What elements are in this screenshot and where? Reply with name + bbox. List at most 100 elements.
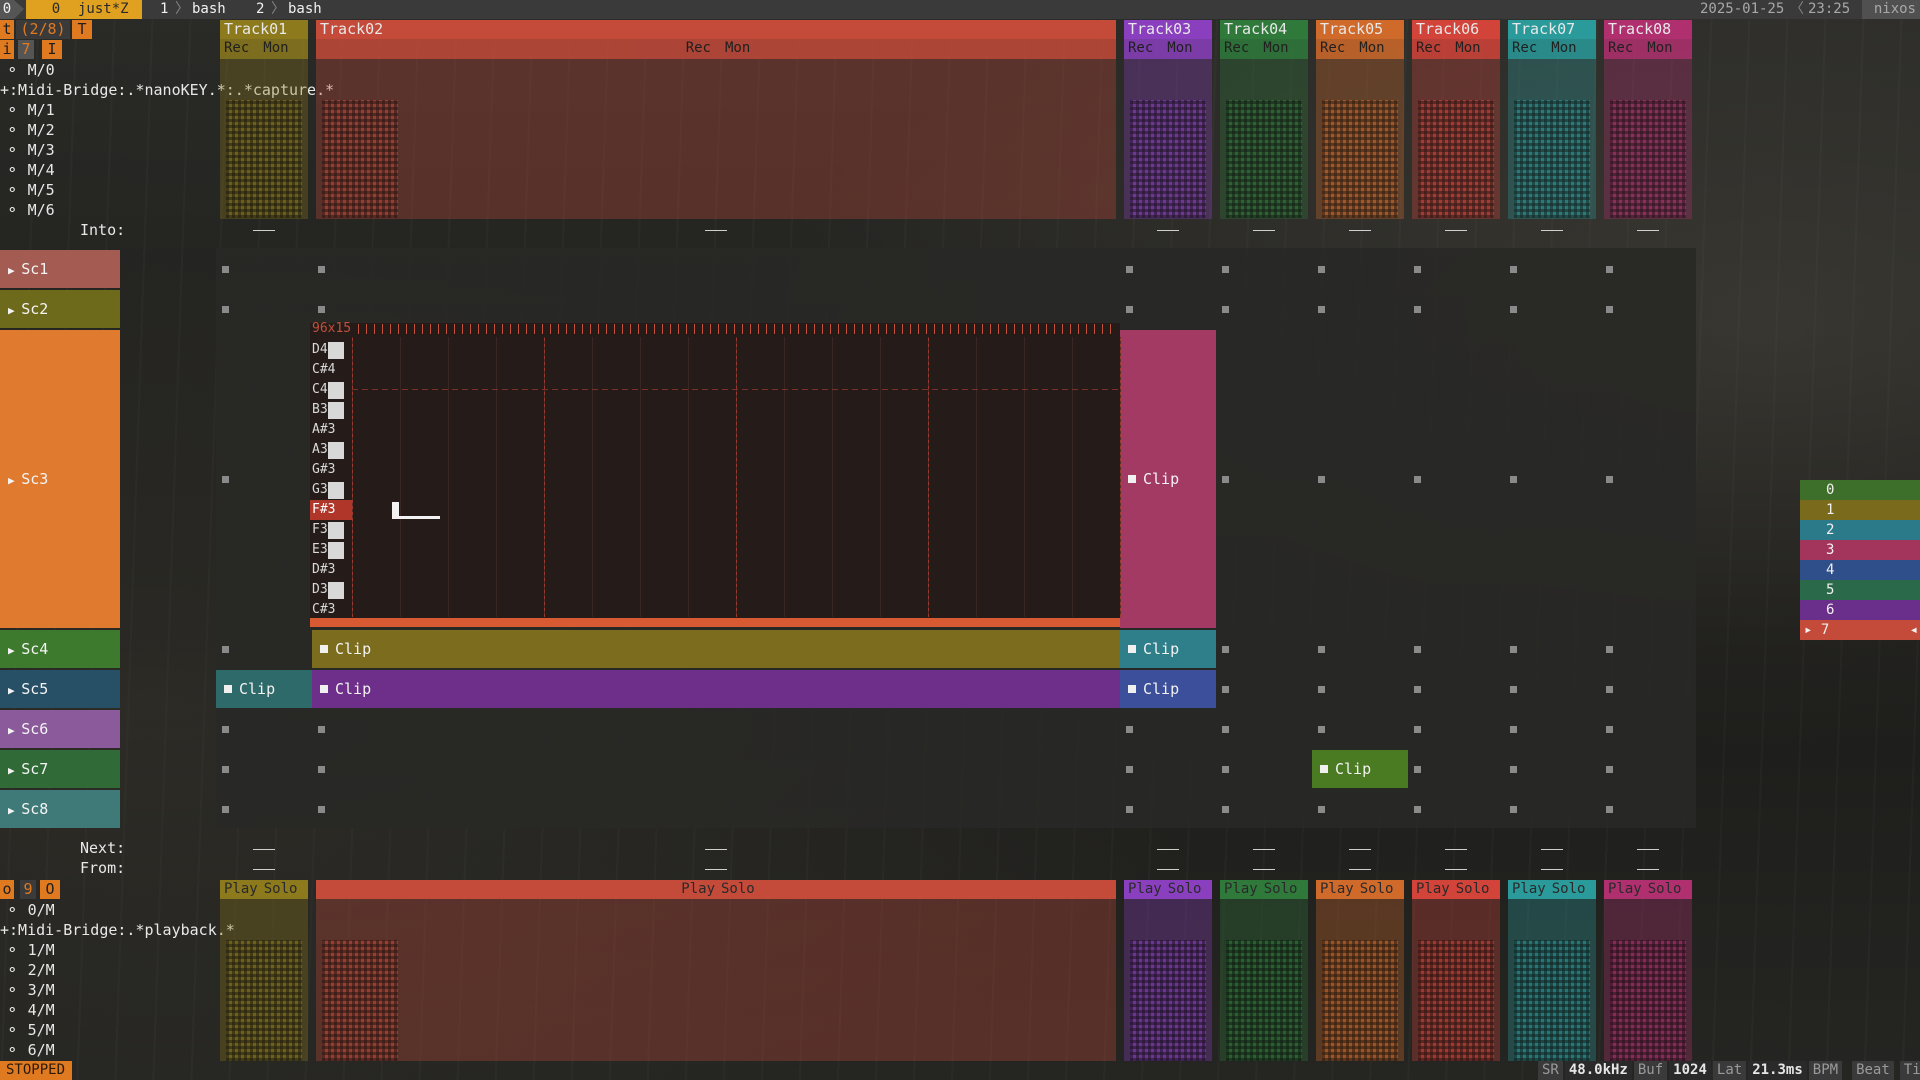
- selector-item[interactable]: 5: [1800, 580, 1920, 600]
- selector-item[interactable]: 6: [1800, 600, 1920, 620]
- rec-button[interactable]: Rec: [1512, 39, 1537, 59]
- rec-button[interactable]: Rec: [224, 39, 249, 59]
- piano-key[interactable]: A#3: [310, 420, 352, 440]
- track-name[interactable]: Track07: [1508, 20, 1596, 39]
- tab-just[interactable]: just*Z: [78, 0, 142, 19]
- clip-slot[interactable]: Clip: [1120, 330, 1216, 628]
- empty-slot[interactable]: [1414, 686, 1421, 693]
- play-button[interactable]: Play: [1320, 880, 1354, 899]
- solo-button[interactable]: Solo: [1456, 880, 1490, 899]
- play-button[interactable]: Play: [1128, 880, 1162, 899]
- empty-slot[interactable]: [222, 646, 229, 653]
- input-port[interactable]: ⚬ M/6: [6, 200, 55, 220]
- empty-slot[interactable]: [1606, 306, 1613, 313]
- scene-launcher[interactable]: ▶ Sc4: [0, 630, 120, 668]
- tab-bash-2[interactable]: bash: [288, 0, 322, 19]
- rec-button[interactable]: Rec: [686, 39, 711, 59]
- window-index[interactable]: 0: [26, 0, 86, 19]
- empty-slot[interactable]: [1510, 476, 1517, 483]
- empty-slot[interactable]: [1126, 766, 1133, 773]
- piano-key[interactable]: G3: [310, 480, 352, 500]
- clip-slot[interactable]: Clip: [312, 670, 1120, 708]
- scene-launcher[interactable]: ▶ Sc2: [0, 290, 120, 328]
- piano-key[interactable]: G#3: [310, 460, 352, 480]
- mon-button[interactable]: Mon: [1647, 39, 1672, 59]
- empty-slot[interactable]: [1510, 806, 1517, 813]
- empty-slot[interactable]: [1414, 766, 1421, 773]
- empty-slot[interactable]: [222, 266, 229, 273]
- empty-slot[interactable]: [1510, 266, 1517, 273]
- play-button[interactable]: Play: [1416, 880, 1450, 899]
- scene-launcher[interactable]: ▶ Sc3: [0, 330, 120, 628]
- selector-item[interactable]: ▸ 7 ◂: [1800, 620, 1920, 640]
- empty-slot[interactable]: [1318, 686, 1325, 693]
- clip-slot[interactable]: Clip: [1120, 670, 1216, 708]
- empty-slot[interactable]: [1606, 726, 1613, 733]
- track-name[interactable]: Track08: [1604, 20, 1692, 39]
- empty-slot[interactable]: [1318, 476, 1325, 483]
- empty-slot[interactable]: [222, 726, 229, 733]
- empty-slot[interactable]: [1606, 476, 1613, 483]
- clip-slot[interactable]: Clip: [1120, 630, 1216, 668]
- selector-item[interactable]: 0: [1800, 480, 1920, 500]
- piano-key[interactable]: C#3: [310, 600, 352, 620]
- empty-slot[interactable]: [1222, 306, 1229, 313]
- mon-button[interactable]: Mon: [1359, 39, 1384, 59]
- scene-launcher[interactable]: ▶ Sc7: [0, 750, 120, 788]
- empty-slot[interactable]: [1606, 806, 1613, 813]
- empty-slot[interactable]: [1510, 686, 1517, 693]
- output-port[interactable]: ⚬ 3/M: [6, 980, 55, 1000]
- output-port[interactable]: ⚬ 2/M: [6, 960, 55, 980]
- rec-button[interactable]: Rec: [1608, 39, 1633, 59]
- output-port-pattern[interactable]: +:Midi-Bridge:.*playback.*: [0, 920, 235, 940]
- track-name[interactable]: Track03: [1124, 20, 1212, 39]
- empty-slot[interactable]: [1222, 806, 1229, 813]
- mon-button[interactable]: Mon: [1263, 39, 1288, 59]
- selector-item[interactable]: 3: [1800, 540, 1920, 560]
- empty-slot[interactable]: [1318, 646, 1325, 653]
- empty-slot[interactable]: [1606, 266, 1613, 273]
- empty-slot[interactable]: [1414, 646, 1421, 653]
- selector-item[interactable]: 4: [1800, 560, 1920, 580]
- input-port[interactable]: ⚬ M/4: [6, 160, 55, 180]
- output-port[interactable]: ⚬ 5/M: [6, 1020, 55, 1040]
- solo-button[interactable]: Solo: [1168, 880, 1202, 899]
- piano-key[interactable]: B3: [310, 400, 352, 420]
- track-name[interactable]: Track05: [1316, 20, 1404, 39]
- rec-button[interactable]: Rec: [1416, 39, 1441, 59]
- empty-slot[interactable]: [1222, 726, 1229, 733]
- clip-slot[interactable]: Clip: [312, 630, 1120, 668]
- empty-slot[interactable]: [1222, 686, 1229, 693]
- empty-slot[interactable]: [1126, 266, 1133, 273]
- input-port[interactable]: ⚬ M/2: [6, 120, 55, 140]
- mon-button[interactable]: Mon: [1167, 39, 1192, 59]
- empty-slot[interactable]: [222, 766, 229, 773]
- solo-button[interactable]: Solo: [264, 880, 298, 899]
- empty-slot[interactable]: [1510, 766, 1517, 773]
- scene-launcher[interactable]: ▶ Sc6: [0, 710, 120, 748]
- clip-slot[interactable]: Clip: [1312, 750, 1408, 788]
- empty-slot[interactable]: [1222, 766, 1229, 773]
- empty-slot[interactable]: [1414, 266, 1421, 273]
- input-port[interactable]: ⚬ M/5: [6, 180, 55, 200]
- selector-item[interactable]: 1: [1800, 500, 1920, 520]
- piano-key[interactable]: E3: [310, 540, 352, 560]
- piano-key[interactable]: F3: [310, 520, 352, 540]
- note-grid[interactable]: [352, 337, 1121, 617]
- rec-button[interactable]: Rec: [1128, 39, 1153, 59]
- clip-slot[interactable]: Clip: [216, 670, 312, 708]
- empty-slot[interactable]: [1414, 806, 1421, 813]
- track-name[interactable]: Track06: [1412, 20, 1500, 39]
- mon-button[interactable]: Mon: [1551, 39, 1576, 59]
- play-button[interactable]: Play: [224, 880, 258, 899]
- output-port[interactable]: ⚬ 0/M: [6, 900, 55, 920]
- empty-slot[interactable]: [1318, 306, 1325, 313]
- solo-button[interactable]: Solo: [1264, 880, 1298, 899]
- track-name[interactable]: Track01: [220, 20, 308, 39]
- empty-slot[interactable]: [1126, 726, 1133, 733]
- empty-slot[interactable]: [1606, 686, 1613, 693]
- mon-button[interactable]: Mon: [725, 39, 750, 59]
- piano-key[interactable]: D3: [310, 580, 352, 600]
- solo-button[interactable]: Solo: [721, 880, 755, 899]
- track-name[interactable]: Track04: [1220, 20, 1308, 39]
